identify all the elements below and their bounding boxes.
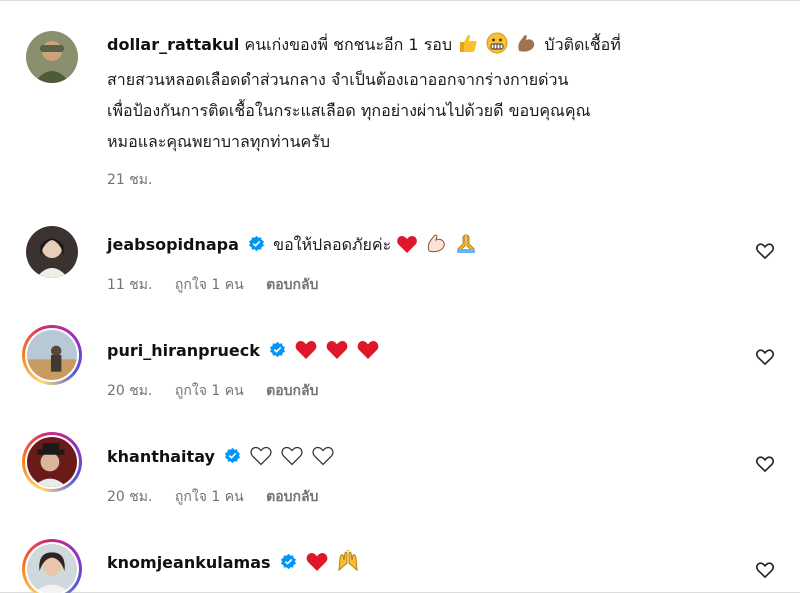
- red-heart-icon: [305, 551, 329, 582]
- like-heart-icon[interactable]: [755, 347, 775, 367]
- comment-likes[interactable]: ถูกใจ 1 คน: [175, 277, 244, 293]
- white-heart-icon: [311, 445, 335, 476]
- comment-likes[interactable]: ถูกใจ 1 คน: [175, 383, 244, 399]
- red-heart-icon: [356, 339, 380, 370]
- post-author-username[interactable]: dollar_rattakul: [107, 35, 239, 54]
- caption-text: คนเก่งของพี่ ชกชนะอีก 1 รอบ: [244, 35, 453, 54]
- caption-text-continued: บัวติดเชื้อที่: [544, 35, 621, 54]
- comment-avatar-story-ring[interactable]: [22, 432, 82, 492]
- like-heart-icon[interactable]: [755, 241, 775, 261]
- post-caption: dollar_rattakul คนเก่งของพี่ ชกชนะอีก 1 …: [107, 29, 767, 157]
- thumbs-up-icon: [457, 32, 479, 64]
- comment-username[interactable]: knomjeankulamas: [107, 553, 271, 572]
- flexed-biceps-icon: [425, 232, 447, 264]
- comment-meta: 20 ชม. ถูกใจ 1 คน ตอบกลับ: [107, 486, 336, 508]
- reply-button[interactable]: ตอบกลับ: [266, 277, 318, 293]
- comment-username[interactable]: puri_hiranprueck: [107, 341, 260, 360]
- red-heart-icon: [325, 339, 349, 370]
- comment-time: 20 ชม.: [107, 489, 153, 505]
- comment-username[interactable]: khanthaitay: [107, 447, 215, 466]
- comment-time: 11 ชม.: [107, 277, 153, 293]
- comment-body: jeabsopidnapa ขอให้ปลอดภัยค่ะ: [107, 229, 479, 264]
- white-heart-icon: [249, 445, 273, 476]
- comment-avatar[interactable]: [27, 330, 77, 380]
- comment-avatar-story-ring[interactable]: [22, 325, 82, 385]
- post-time: 21 ชม.: [107, 172, 153, 188]
- comment-avatar-story-ring[interactable]: [22, 539, 82, 593]
- raising-hands-icon: [336, 549, 360, 582]
- comment-avatar[interactable]: [27, 544, 77, 593]
- comment-text: ขอให้ปลอดภัยค่ะ: [273, 235, 392, 254]
- comments-panel: dollar_rattakul คนเก่งของพี่ ชกชนะอีก 1 …: [0, 0, 800, 593]
- verified-badge-icon: [249, 235, 265, 252]
- grimacing-face-icon: [486, 32, 508, 64]
- white-heart-icon: [280, 445, 304, 476]
- comment-body: puri_hiranprueck: [107, 335, 382, 370]
- like-heart-icon[interactable]: [755, 560, 775, 580]
- verified-badge-icon: [270, 341, 285, 358]
- red-heart-icon: [294, 339, 318, 370]
- flexed-biceps-icon: [515, 32, 537, 64]
- caption-line-4: หมอและคุณพยาบาลทุกท่านครับ: [107, 132, 330, 151]
- comment-username[interactable]: jeabsopidnapa: [107, 235, 239, 254]
- comment-avatar[interactable]: [26, 226, 78, 278]
- like-heart-icon[interactable]: [755, 454, 775, 474]
- caption-line-2: สายสวนหลอดเลือดดำส่วนกลาง จำเป็นต้องเอาอ…: [107, 70, 569, 89]
- comment-body: knomjeankulamas: [107, 547, 362, 582]
- comment-likes[interactable]: ถูกใจ 1 คน: [175, 489, 244, 505]
- red-heart-icon: [396, 233, 418, 264]
- caption-line-3: เพื่อป้องกันการติดเชื้อในกระแสเลือด ทุกอ…: [107, 101, 591, 120]
- post-meta: 21 ชม.: [107, 169, 170, 191]
- folded-hands-icon: [455, 232, 477, 264]
- comment-time: 20 ชม.: [107, 383, 153, 399]
- comment-avatar[interactable]: [27, 437, 77, 487]
- reply-button[interactable]: ตอบกลับ: [266, 383, 318, 399]
- comment-meta: 20 ชม. ถูกใจ 1 คน ตอบกลับ: [107, 380, 336, 402]
- comment-body: khanthaitay: [107, 441, 337, 476]
- verified-badge-icon: [280, 553, 296, 570]
- verified-badge-icon: [225, 447, 240, 464]
- reply-button[interactable]: ตอบกลับ: [266, 489, 318, 505]
- post-author-avatar[interactable]: [26, 31, 78, 83]
- comment-meta: 11 ชม. ถูกใจ 1 คน ตอบกลับ: [107, 274, 336, 296]
